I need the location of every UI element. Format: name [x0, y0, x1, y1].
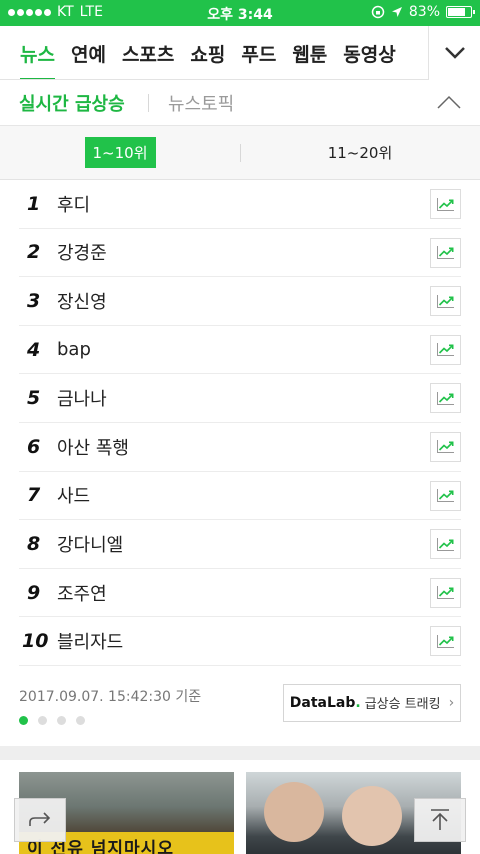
- trend-chart-icon: [437, 391, 454, 405]
- trend-chart-button[interactable]: [430, 431, 461, 462]
- trend-chart-button[interactable]: [430, 334, 461, 365]
- photo-person: [342, 785, 402, 846]
- tab-rank-1-10-label: 1~10위: [84, 137, 156, 168]
- ranking-row[interactable]: 9 조주연: [19, 569, 461, 618]
- lock-rotation-icon: [371, 5, 385, 19]
- trend-chart-icon: [437, 197, 454, 211]
- rank-number: 2: [27, 241, 41, 264]
- trend-chart-button[interactable]: [430, 237, 461, 268]
- trend-chart-button[interactable]: [430, 383, 461, 414]
- trend-chart-icon: [437, 440, 454, 454]
- status-right: 83%: [371, 4, 475, 20]
- tab-category[interactable]: 뉴스: [12, 26, 63, 79]
- tab-category[interactable]: 웹툰: [284, 26, 335, 79]
- trend-chart-button[interactable]: [430, 626, 461, 657]
- news-thumbnails: 이 선유 넘지마시오: [0, 760, 480, 854]
- rank-keyword[interactable]: bap: [57, 339, 91, 360]
- ranking-row[interactable]: 6 아산 폭행: [19, 423, 461, 472]
- chevron-right-icon: ›: [448, 694, 455, 711]
- location-icon: [391, 7, 402, 17]
- trend-chart-icon: [437, 489, 454, 503]
- ranking-row[interactable]: 5 금나나: [19, 374, 461, 423]
- trend-chart-button[interactable]: [430, 189, 461, 219]
- rank-keyword[interactable]: 금나나: [57, 385, 107, 411]
- trend-chart-button[interactable]: [430, 480, 461, 511]
- rank-number: 5: [27, 387, 41, 410]
- rank-number: 1: [27, 192, 41, 215]
- rank-keyword[interactable]: 강다니엘: [57, 531, 123, 557]
- trend-chart-button[interactable]: [430, 577, 461, 608]
- rank-keyword[interactable]: 조주연: [57, 580, 107, 606]
- datalab-button[interactable]: DataLab. 급상승 트래킹 ›: [283, 683, 461, 722]
- tab-rank-11-20[interactable]: 11~20위: [240, 126, 480, 179]
- page-indicator: [19, 715, 85, 725]
- page-dot[interactable]: [19, 715, 28, 725]
- tab-category[interactable]: 동영상: [335, 26, 403, 79]
- tab-rank-1-10[interactable]: 1~10위: [0, 126, 240, 179]
- timestamp: 2017.09.07. 15:42:30 기준: [19, 688, 202, 705]
- ranking-row[interactable]: 4 bap: [19, 326, 461, 375]
- ranking-row[interactable]: 8 강다니엘: [19, 520, 461, 569]
- rank-keyword[interactable]: 사드: [57, 482, 90, 508]
- realtime-section-header: 실시간 급상승 뉴스토픽: [0, 80, 480, 126]
- tab-category[interactable]: 스포츠: [114, 26, 182, 79]
- section-gap: [0, 745, 480, 760]
- rank-number: 7: [27, 484, 41, 507]
- page-dot[interactable]: [76, 715, 85, 725]
- trend-chart-icon: [437, 586, 454, 600]
- rank-range-tabs: 1~10위 11~20위: [0, 126, 480, 180]
- rank-number: 4: [27, 338, 41, 361]
- tab-rank-11-20-label: 11~20위: [327, 144, 393, 162]
- trend-chart-icon: [437, 246, 454, 260]
- ranking-row[interactable]: 7 사드: [19, 472, 461, 521]
- tab-category[interactable]: 푸드: [233, 26, 284, 79]
- rank-number: 9: [27, 581, 41, 604]
- trend-chart-icon: [437, 294, 454, 308]
- rank-keyword[interactable]: 아산 폭행: [57, 434, 129, 460]
- share-icon: [29, 812, 51, 826]
- rank-keyword[interactable]: 강경준: [57, 239, 107, 265]
- ranking-row[interactable]: 10 블리자드: [19, 617, 461, 666]
- ranking-row[interactable]: 2 강경준: [19, 229, 461, 278]
- page-dot[interactable]: [38, 715, 47, 725]
- rank-number: 10: [22, 630, 49, 653]
- datalab-logo: DataLab.: [289, 694, 361, 711]
- divider: [240, 144, 241, 162]
- status-bar: KT LTE 오후 3:44 83%: [0, 0, 480, 26]
- rank-keyword[interactable]: 후디: [57, 191, 90, 217]
- ranking-list: 1 후디 2 강경준 3 장신영 4 bap 5 금나나 6 아산 폭행 7 사드 8 강다니엘 9 조주연 10 블…: [0, 180, 480, 666]
- trend-chart-icon: [437, 634, 454, 648]
- share-button[interactable]: [14, 798, 66, 842]
- rank-keyword[interactable]: 장신영: [57, 288, 107, 314]
- ranking-footer: 2017.09.07. 15:42:30 기준 DataLab. 급상승 트래킹…: [0, 666, 480, 744]
- scroll-top-button[interactable]: [414, 798, 466, 842]
- trend-chart-button[interactable]: [430, 286, 461, 317]
- battery-percent: 83%: [408, 4, 440, 20]
- more-categories-button[interactable]: [428, 26, 480, 80]
- category-tabs: 뉴스 연예 스포츠 쇼핑 푸드 웹툰 동영상: [0, 26, 428, 79]
- photo-person: [264, 781, 324, 842]
- chevron-up-icon[interactable]: [436, 92, 462, 112]
- rank-number: 3: [27, 289, 41, 312]
- rank-number: 6: [27, 435, 41, 458]
- divider: [148, 94, 149, 112]
- trend-chart-icon: [437, 537, 454, 551]
- ranking-row[interactable]: 1 후디: [19, 180, 461, 229]
- tab-realtime-rising[interactable]: 실시간 급상승: [19, 90, 125, 116]
- rank-keyword[interactable]: 블리자드: [57, 628, 123, 654]
- rank-number: 8: [27, 532, 41, 555]
- trend-chart-icon: [437, 343, 454, 357]
- battery-icon: [446, 6, 475, 18]
- tab-category[interactable]: 연예: [63, 26, 114, 79]
- datalab-label: 급상승 트래킹: [364, 697, 441, 713]
- chevron-down-icon: [444, 47, 465, 59]
- trend-chart-button[interactable]: [430, 529, 461, 560]
- tab-category[interactable]: 쇼핑: [182, 26, 233, 79]
- arrow-up-icon: [431, 809, 449, 830]
- ranking-row[interactable]: 3 장신영: [19, 277, 461, 326]
- tab-news-topic[interactable]: 뉴스토픽: [168, 90, 234, 116]
- category-nav: 뉴스 연예 스포츠 쇼핑 푸드 웹툰 동영상: [0, 26, 480, 80]
- page-dot[interactable]: [57, 715, 66, 725]
